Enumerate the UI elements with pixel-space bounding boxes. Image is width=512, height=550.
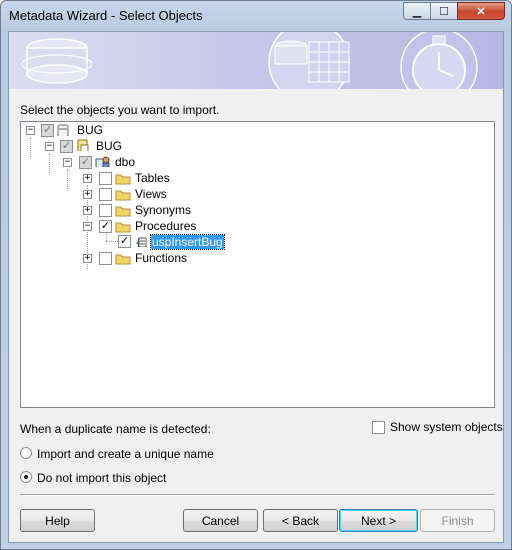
expand-toggle-views[interactable]: + [83, 190, 92, 199]
import-unique-name-radio[interactable] [20, 447, 32, 459]
tree-node-synonyms[interactable]: Synonyms [135, 203, 191, 217]
tables-checkbox[interactable] [99, 172, 112, 185]
tree-node-procedures[interactable]: Procedures [135, 219, 196, 233]
minimize-icon: ▁ [412, 5, 422, 18]
show-system-objects-checkbox[interactable] [372, 421, 385, 434]
title-bar[interactable]: Metadata Wizard - Select Objects ▁ ☐ ✕ [1, 1, 511, 31]
procedures-checkbox[interactable]: ✓ [99, 220, 112, 233]
do-not-import-label[interactable]: Do not import this object [37, 471, 166, 485]
tree-node-schema[interactable]: dbo [115, 155, 135, 169]
minimize-button[interactable]: ▁ [403, 2, 431, 20]
synonyms-checkbox[interactable] [99, 204, 112, 217]
expand-toggle-synonyms[interactable]: + [83, 206, 92, 215]
wizard-body: Select the objects you want to import. −… [8, 31, 504, 543]
collapse-toggle-schema[interactable]: − [63, 158, 72, 167]
do-not-import-radio[interactable] [20, 471, 32, 483]
views-checkbox[interactable] [99, 188, 112, 201]
window-title: Metadata Wizard - Select Objects [9, 8, 203, 23]
procedure-checkbox[interactable]: ✓ [118, 235, 131, 248]
help-button[interactable]: Help [20, 509, 95, 532]
folder-icon [115, 174, 131, 185]
folder-icon [115, 190, 131, 201]
expand-toggle-tables[interactable]: + [83, 174, 92, 183]
tree-connector [30, 137, 31, 157]
tree-connector [106, 233, 107, 241]
tree-connector [106, 241, 118, 242]
schema-icon [95, 156, 110, 167]
maximize-button[interactable]: ☐ [430, 2, 458, 20]
folder-open-icon [115, 222, 131, 233]
schema-checkbox[interactable]: ✓ [79, 156, 92, 169]
banner-graphic [21, 32, 478, 89]
finish-button[interactable]: Finish [420, 509, 495, 532]
header-banner [9, 32, 503, 89]
tree-node-views[interactable]: Views [135, 187, 167, 201]
root-checkbox[interactable]: ✓ [41, 124, 54, 137]
collapse-toggle-database[interactable]: − [45, 142, 54, 151]
duplicate-name-label: When a duplicate name is detected: [20, 422, 211, 436]
folder-icon [115, 254, 131, 265]
wizard-window: Metadata Wizard - Select Objects ▁ ☐ ✕ S… [0, 0, 512, 550]
object-tree[interactable]: − ✓ BUG − ✓ BUG − ✓ dbo + Tables + Views… [20, 121, 495, 408]
tree-node-tables[interactable]: Tables [135, 171, 170, 185]
folder-icon [115, 206, 131, 217]
tree-node-functions[interactable]: Functions [135, 251, 187, 265]
next-button[interactable]: Next > [339, 509, 418, 532]
cancel-button[interactable]: Cancel [183, 509, 258, 532]
back-button[interactable]: < Back [263, 509, 338, 532]
tree-connector [49, 153, 50, 173]
show-system-objects-label[interactable]: Show system objects [390, 420, 503, 434]
functions-checkbox[interactable] [99, 252, 112, 265]
server-icon [57, 124, 69, 136]
collapse-toggle-root[interactable]: − [26, 126, 35, 135]
collapse-toggle-procedures[interactable]: − [83, 222, 92, 231]
close-icon: ✕ [476, 5, 486, 18]
expand-toggle-functions[interactable]: + [83, 254, 92, 263]
import-unique-name-label[interactable]: Import and create a unique name [37, 447, 214, 461]
database-checkbox[interactable]: ✓ [60, 140, 73, 153]
tree-node-procedure-item[interactable]: uspInsertBug [150, 234, 225, 250]
close-button[interactable]: ✕ [457, 2, 505, 20]
tree-node-database[interactable]: BUG [96, 139, 122, 153]
tree-connector [67, 169, 68, 189]
tree-node-root[interactable]: BUG [77, 123, 103, 137]
button-separator [20, 494, 495, 496]
stored-procedure-icon: { [135, 236, 147, 247]
database-icon [77, 139, 89, 151]
maximize-icon: ☐ [439, 5, 449, 18]
select-objects-prompt: Select the objects you want to import. [20, 103, 220, 117]
